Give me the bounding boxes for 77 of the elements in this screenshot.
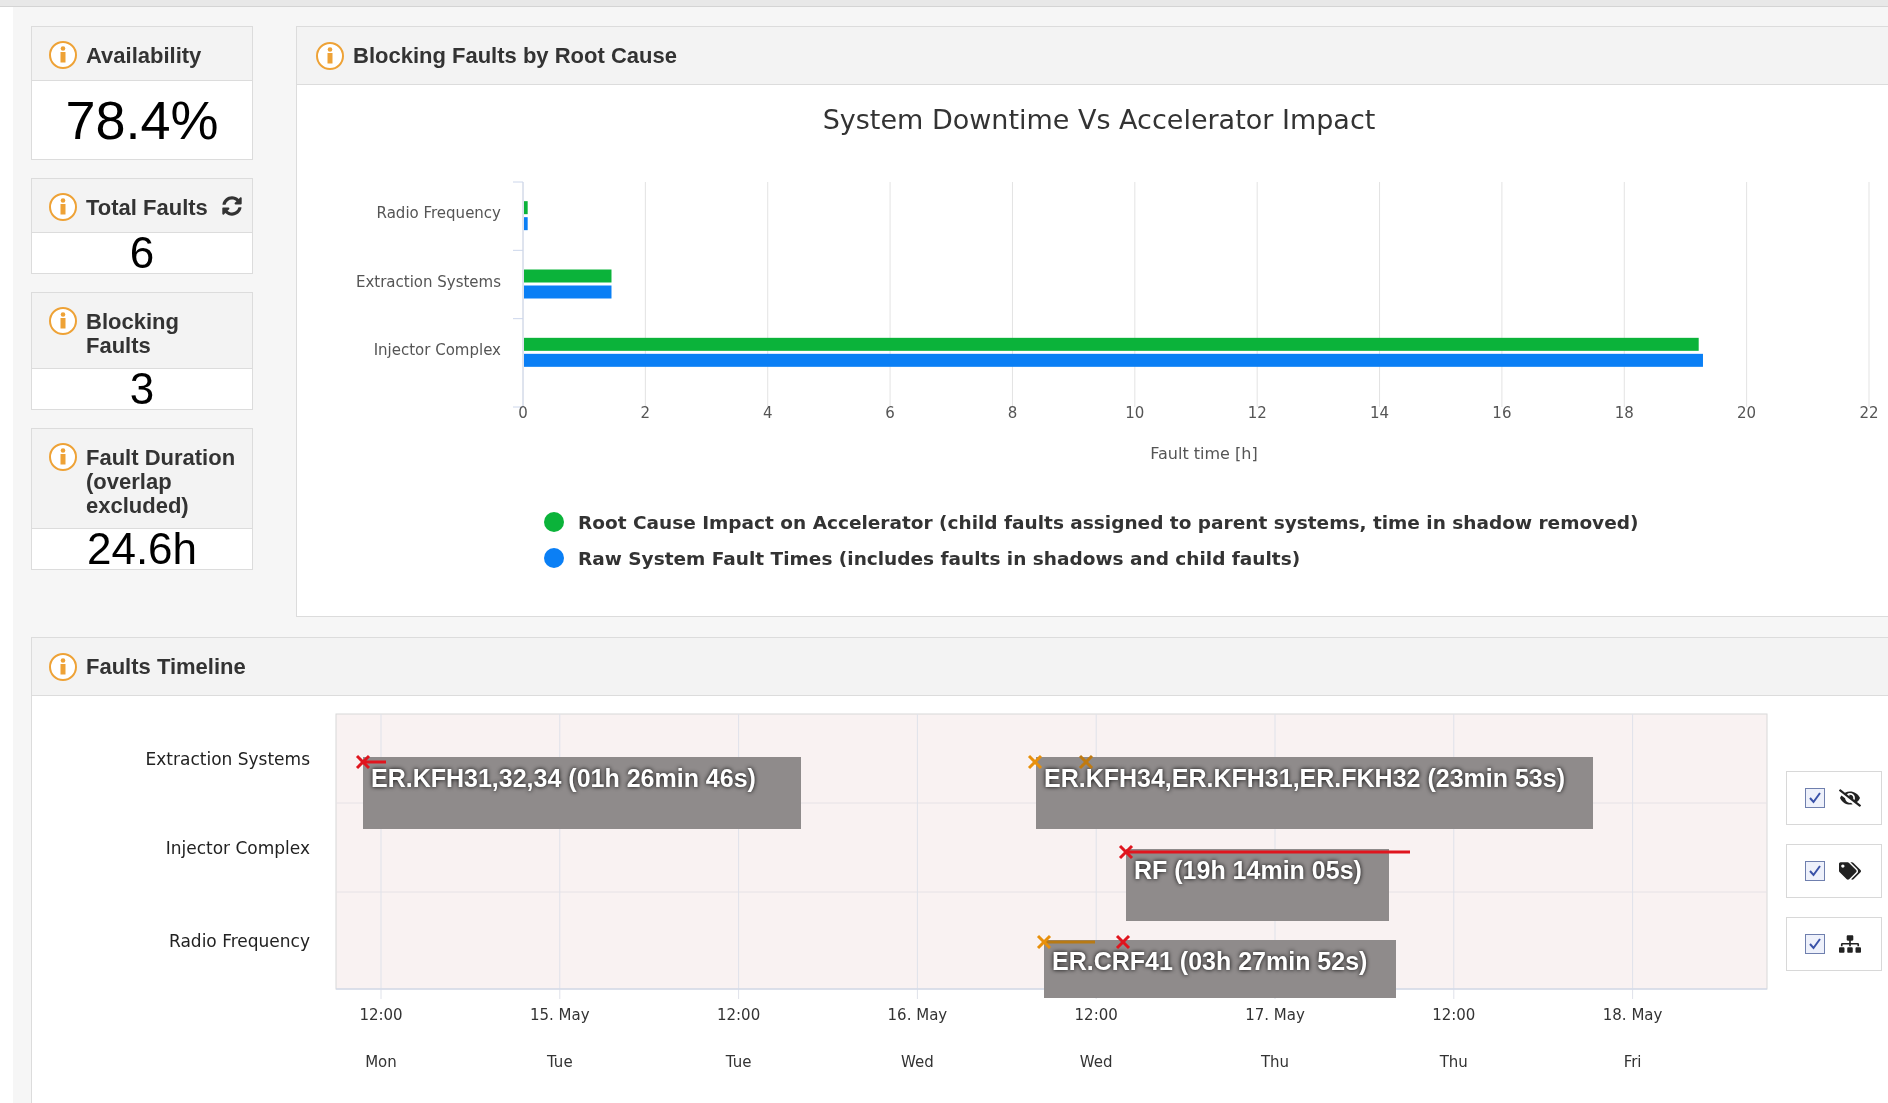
axis-tick-label: 16 [1492,404,1512,422]
toggle-control[interactable] [1786,771,1882,825]
check-icon [1808,937,1822,951]
axis-day-label: Tue [725,1053,752,1071]
toggle-control[interactable] [1786,917,1882,971]
toggle-control[interactable] [1786,844,1882,898]
axis-tick-label: 12:00 [359,1006,403,1024]
axis-tick-label: 12:00 [717,1006,761,1024]
axis-tick-label: 4 [762,404,773,422]
fault-label[interactable]: ER.KFH34,ER.KFH31,ER.FKH32 (23min 53s) [1036,757,1593,829]
category-label: Extraction Systems [355,272,501,291]
axis-tick-label: 12:00 [1432,1006,1476,1024]
axis-day-label: Thu [1260,1053,1290,1071]
axis-tick-label: 12:00 [1074,1006,1118,1024]
axis-day-label: Wed [1079,1053,1113,1071]
card-title: Total Faults [86,194,209,220]
bar[interactable] [524,353,1703,367]
axis-tick-label: 14 [1370,404,1390,422]
info-icon[interactable] [48,192,78,222]
fault-label[interactable]: ER.CRF41 (03h 27min 52s) [1044,940,1396,998]
stat-value: 3 [128,369,156,409]
axis-tick-label: 0 [518,404,528,422]
bar[interactable] [524,337,1699,351]
row-label: Extraction Systems [145,748,310,769]
axis-tick-label: 17. May [1245,1006,1305,1024]
info-icon[interactable] [48,442,78,472]
fault-label[interactable]: ER.KFH31,32,34 (01h 26min 46s) [363,757,801,829]
category-label: Injector Complex [373,340,501,359]
bar[interactable] [524,201,528,215]
info-icon[interactable] [48,306,78,336]
fault-duration-line [1044,940,1095,944]
fault-duration-line [363,760,386,764]
legend-label[interactable]: Root Cause Impact on Accelerator (child faults assigned to parent systems, time in shadow removed) [578,512,1639,533]
axis-tick-label: 2 [640,404,651,422]
fault-label[interactable]: RF (19h 14min 05s) [1126,849,1389,921]
axis-day-label: Tue [547,1053,573,1071]
info-icon[interactable] [315,40,345,71]
axis-tick-label: 18. May [1602,1006,1663,1024]
axis-tick-label: 22 [1859,404,1879,422]
axis-title: Fault time [h] [1150,444,1258,463]
card-title: Blocking Faults [86,308,180,358]
check-icon [1808,864,1822,878]
axis-tick-label: 20 [1737,404,1757,422]
info-icon[interactable] [48,651,78,682]
checkbox[interactable] [1805,788,1825,808]
axis-tick-label: 15. May [530,1006,590,1024]
axis-tick-label: 10 [1125,404,1145,422]
row-label: Radio Frequency [169,930,310,951]
axis-day-label: Wed [901,1053,934,1071]
panel-title: Faults Timeline [86,653,246,681]
card-title: Fault Duration (overlap excluded) [86,444,237,518]
chart-title: System Downtime Vs Accelerator Impact [822,104,1376,135]
axis-tick-label: 18 [1614,404,1634,422]
axis-tick-label: 8 [1007,404,1018,422]
info-icon[interactable] [48,40,78,70]
checkbox[interactable] [1805,861,1825,881]
stat-value: 6 [128,233,156,273]
check-icon [1808,791,1822,805]
category-label: Radio Frequency [376,204,501,223]
hierarchy-icon[interactable] [1839,933,1861,955]
tags-icon[interactable] [1839,860,1861,882]
axis-tick-label: 12 [1247,404,1267,422]
axis-day-label: Thu [1439,1053,1468,1071]
stat-value: 78.4% [64,89,220,152]
bar[interactable] [524,217,528,231]
checkbox[interactable] [1805,934,1825,954]
eye-slash-icon[interactable] [1839,787,1861,809]
axis-day-label: Fri [1623,1053,1642,1071]
panel-title: Blocking Faults by Root Cause [353,42,677,70]
axis-tick-label: 16. May [887,1006,948,1024]
stat-value: 24.6h [85,529,199,569]
refresh-icon[interactable] [222,196,242,216]
axis-tick-label: 6 [885,404,895,422]
legend-label[interactable]: Raw System Fault Times (includes faults in shadows and child faults) [578,548,1301,569]
row-label: Injector Complex [165,837,310,858]
card-title: Availability [86,42,203,68]
axis-day-label: Mon [365,1053,397,1071]
